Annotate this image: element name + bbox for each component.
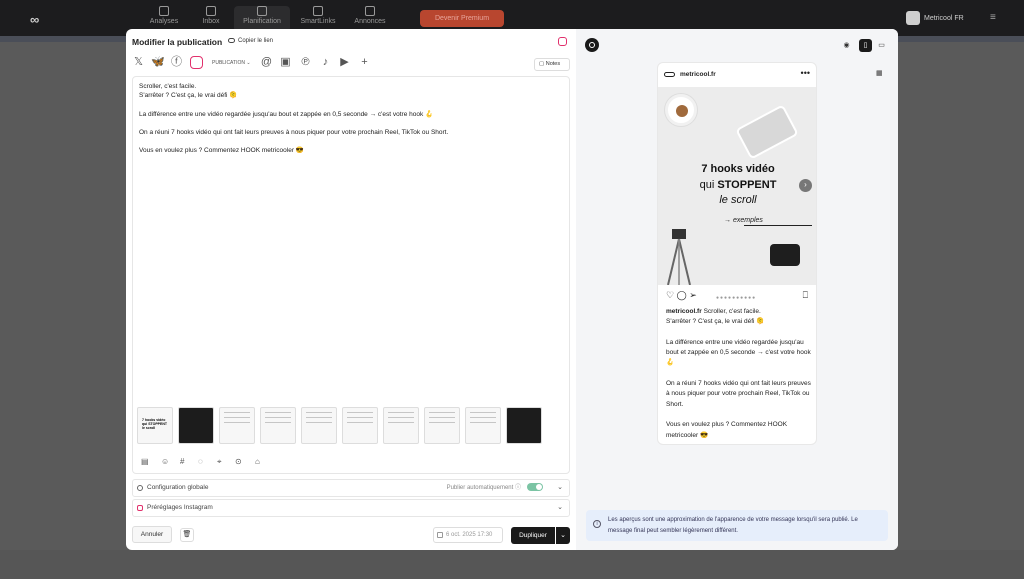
media-thumbnail[interactable] bbox=[383, 407, 419, 444]
premium-button[interactable]: Devenir Premium bbox=[420, 10, 504, 27]
pinterest-icon[interactable]: ℗ bbox=[299, 56, 312, 69]
threads-icon[interactable]: @ bbox=[260, 56, 273, 69]
notes-button[interactable]: ▢ Notes bbox=[534, 58, 570, 71]
next-slide-icon[interactable]: › bbox=[799, 179, 812, 192]
comment-icon[interactable]: ◯ bbox=[677, 290, 687, 300]
mention-icon[interactable]: ⊙ bbox=[235, 457, 242, 466]
help-icon: ⓘ bbox=[514, 485, 521, 491]
post-actions: ♡ ◯ ➢ bbox=[666, 290, 697, 301]
facebook-icon[interactable]: ⓕ bbox=[170, 56, 183, 69]
more-icon[interactable]: ••• bbox=[801, 68, 810, 78]
media-thumbnail[interactable] bbox=[465, 407, 501, 444]
post-text[interactable]: Scroller, c'est facile. S'arrêter ? C'es… bbox=[139, 82, 559, 156]
megaphone-icon bbox=[365, 6, 375, 16]
bluesky-icon[interactable]: 🦋 bbox=[151, 56, 165, 69]
link-icon bbox=[313, 6, 323, 16]
add-network-icon[interactable]: + bbox=[358, 56, 371, 69]
editor-panel: Modifier la publication Copier le lien 𝕏… bbox=[126, 29, 576, 550]
media-thumbnail[interactable] bbox=[219, 407, 255, 444]
desktop-view-icon[interactable]: ▭ bbox=[875, 39, 888, 52]
note-icon: ▢ bbox=[539, 61, 546, 67]
instagram-presets-row[interactable]: Préréglages Instagram ⌄ bbox=[132, 499, 570, 517]
media-icon[interactable]: ▤ bbox=[141, 457, 149, 466]
link-icon bbox=[228, 38, 235, 43]
date-field[interactable]: 6 oct. 2025 17:30 bbox=[433, 527, 503, 543]
instagram-icon[interactable] bbox=[190, 56, 203, 69]
global-config-row[interactable]: Configuration globale Publier automatiqu… bbox=[132, 479, 570, 497]
tiktok-icon[interactable]: ♪ bbox=[319, 56, 332, 69]
modal-title: Modifier la publication bbox=[132, 37, 223, 47]
calendar-icon bbox=[257, 6, 267, 16]
heart-icon[interactable]: ♡ bbox=[666, 290, 674, 300]
publication-type-select[interactable]: PUBLICATION ⌄ bbox=[212, 60, 251, 66]
youtube-icon[interactable]: ▶ bbox=[338, 56, 351, 69]
duplicate-button[interactable]: Dupliquer bbox=[511, 527, 555, 544]
calendar-icon bbox=[437, 532, 443, 538]
mobile-view-icon[interactable]: ▯ bbox=[859, 39, 872, 52]
image-subtitle-2: le scroll bbox=[719, 194, 757, 206]
camera-image bbox=[770, 244, 800, 266]
auto-publish-toggle[interactable]: Publier automatiquement ⓘ bbox=[447, 480, 543, 496]
comment-icon[interactable]: ◌ bbox=[198, 457, 203, 466]
media-thumbnail[interactable] bbox=[342, 407, 378, 444]
arrow-line bbox=[744, 225, 812, 226]
grid-icon[interactable]: ▦ bbox=[876, 69, 883, 77]
carousel-dots: ●●●●●●●●●● bbox=[716, 295, 757, 301]
trash-icon[interactable]: 🗑 bbox=[180, 528, 194, 542]
media-thumbnail[interactable] bbox=[260, 407, 296, 444]
chevron-down-icon[interactable]: ⌄ bbox=[557, 480, 563, 496]
brand-avatar bbox=[906, 11, 920, 25]
edit-publication-modal: Modifier la publication Copier le lien 𝕏… bbox=[126, 29, 898, 550]
instagram-icon bbox=[137, 505, 143, 511]
post-editor[interactable]: Scroller, c'est facile. S'arrêter ? C'es… bbox=[132, 76, 570, 474]
linkedin-icon[interactable]: ▣ bbox=[279, 56, 292, 69]
instagram-icon bbox=[585, 38, 599, 52]
avatar bbox=[664, 71, 675, 77]
tripod-image bbox=[667, 229, 691, 285]
analytics-icon bbox=[159, 6, 169, 16]
menu-icon[interactable]: ≡ bbox=[990, 12, 996, 23]
media-thumbnail[interactable] bbox=[301, 407, 337, 444]
instagram-icon bbox=[558, 37, 567, 46]
post-image: 7 hooks vidéo qui STOPPENT le scroll → e… bbox=[658, 87, 816, 285]
inbox-icon bbox=[206, 6, 216, 16]
chevron-down-icon[interactable]: ⌄ bbox=[557, 500, 563, 516]
toggle-switch[interactable] bbox=[527, 483, 543, 492]
gear-icon bbox=[137, 485, 143, 491]
cancel-button[interactable]: Annuler bbox=[132, 526, 172, 543]
image-title: 7 hooks vidéo bbox=[701, 163, 775, 175]
metricool-logo[interactable]: ∞ bbox=[30, 12, 39, 27]
collaborator-icon[interactable]: ⌂ bbox=[255, 457, 260, 466]
copy-link-button[interactable]: Copier le lien bbox=[228, 38, 273, 44]
brand-selector[interactable]: Metricool FR bbox=[906, 11, 964, 25]
preview-info-banner: i Les aperçus sont une approximation de … bbox=[586, 510, 888, 541]
media-thumbnail[interactable] bbox=[424, 407, 460, 444]
instagram-post-preview: metricool.fr ••• 7 hooks vidéo qui STOPP… bbox=[657, 62, 817, 445]
media-thumbnail[interactable] bbox=[506, 407, 542, 444]
phone-image bbox=[735, 104, 799, 160]
media-thumbnails: 7 hooks vidéo qui STOPPENT le scroll bbox=[137, 407, 567, 445]
eye-icon[interactable]: ◉ bbox=[840, 39, 853, 52]
media-thumbnail[interactable]: 7 hooks vidéo qui STOPPENT le scroll bbox=[137, 407, 173, 444]
bookmark-icon[interactable]: ⎕ bbox=[803, 290, 808, 301]
hashtag-icon[interactable]: # bbox=[180, 457, 184, 466]
image-subtitle: qui STOPPENT bbox=[699, 179, 777, 191]
image-exemples: → exemples bbox=[724, 217, 763, 224]
media-thumbnail[interactable] bbox=[178, 407, 214, 444]
background-calendar bbox=[0, 550, 1024, 579]
post-header: metricool.fr bbox=[664, 71, 716, 78]
duplicate-dropdown[interactable]: ⌄ bbox=[556, 527, 570, 544]
x-icon[interactable]: 𝕏 bbox=[132, 56, 145, 69]
emoji-icon[interactable]: ☺ bbox=[161, 457, 169, 466]
post-caption: metricool.fr Scroller, c'est facile. S'a… bbox=[666, 308, 811, 439]
send-icon[interactable]: ➢ bbox=[689, 290, 697, 300]
preview-panel: ◉ ▯ ▭ ▦ metricool.fr ••• 7 hooks vidéo q… bbox=[576, 29, 898, 550]
info-icon: i bbox=[593, 520, 601, 528]
coffee-cup-image bbox=[665, 94, 697, 126]
location-icon[interactable]: ⌖ bbox=[217, 457, 222, 467]
